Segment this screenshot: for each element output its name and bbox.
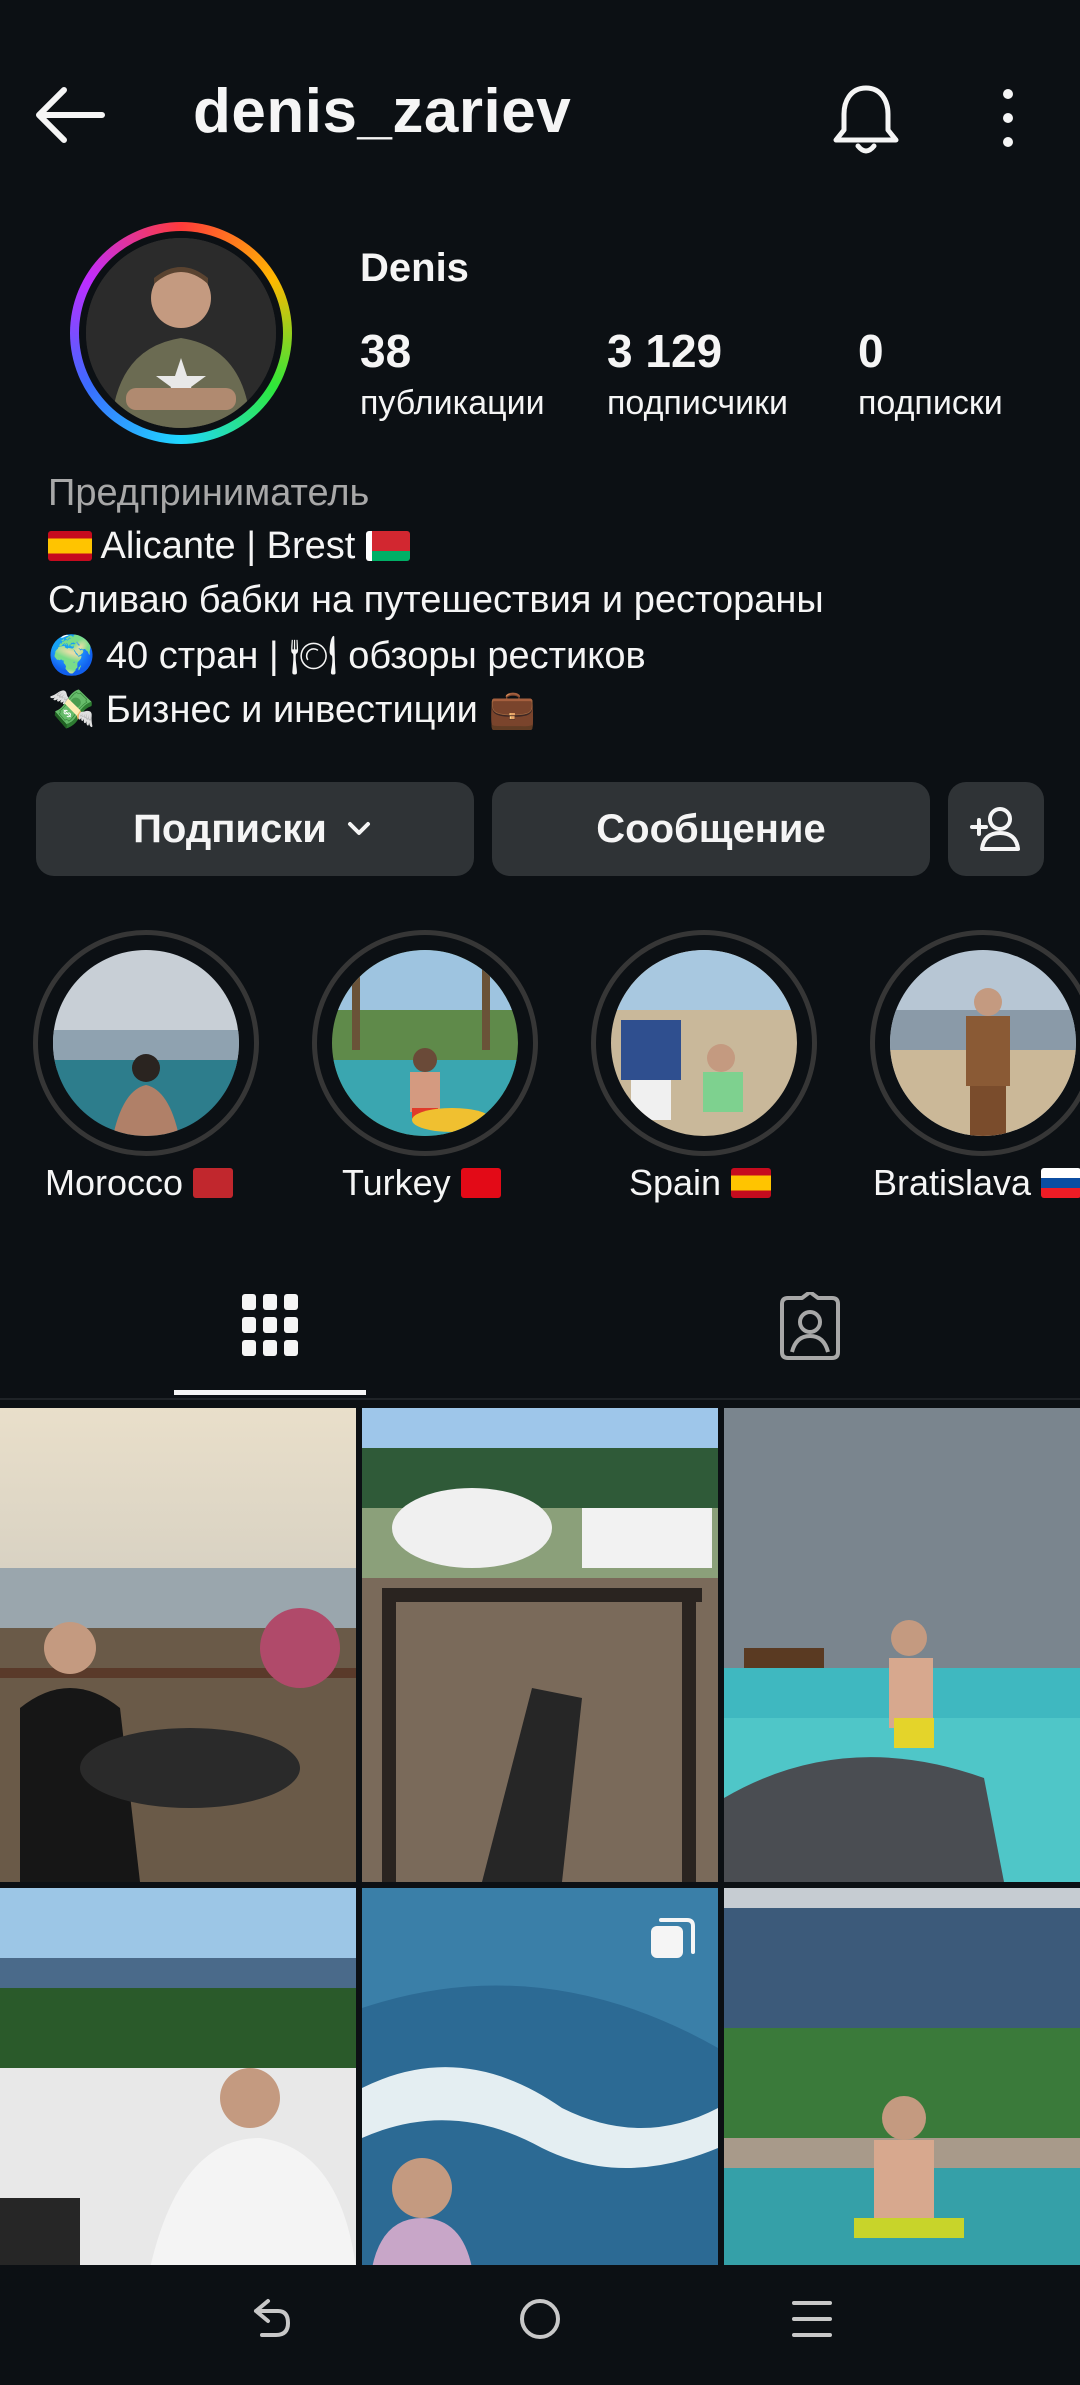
highlight-turkey-image (332, 950, 518, 1136)
post-thumbnail[interactable] (724, 1408, 1080, 1882)
system-back-icon[interactable] (246, 2295, 294, 2343)
chevron-down-icon (347, 822, 370, 835)
followers-label[interactable]: подписчики (607, 384, 788, 423)
profile-username: denis_zariev (193, 77, 572, 146)
bio-restaurants-text: обзоры рестиков (348, 635, 646, 677)
system-nav-bar (0, 2265, 1080, 2385)
highlight-spain-label[interactable]: Spain (629, 1162, 772, 1204)
plate-cutlery-icon: 🍽 (289, 633, 338, 677)
morocco-flag-icon (193, 1168, 234, 1198)
tab-divider (0, 1398, 1080, 1400)
following-label[interactable]: подписки (858, 384, 1003, 423)
bio-countries-text: 40 стран | (105, 635, 279, 677)
slovakia-flag-icon (1041, 1168, 1080, 1198)
add-person-icon (970, 807, 1020, 851)
highlight-bratislava-image (890, 950, 1076, 1136)
bell-icon[interactable] (826, 80, 906, 160)
profile-avatar[interactable] (70, 222, 292, 444)
bio-location-line: Alicante | Brest (48, 525, 410, 568)
bio-location-text: Alicante | Brest (100, 525, 356, 567)
back-arrow-icon[interactable] (30, 80, 110, 150)
belarus-flag-icon (365, 531, 410, 561)
post-thumbnail[interactable] (362, 1888, 718, 2268)
followers-count[interactable]: 3 129 (607, 324, 722, 378)
turkey-flag-icon (460, 1168, 501, 1198)
following-count[interactable]: 0 (858, 324, 884, 378)
globe-icon: 🌍 (48, 633, 96, 677)
bio-business-text: Бизнес и инвестиции (105, 689, 478, 731)
briefcase-icon: 💼 (488, 687, 536, 731)
highlight-turkey-label[interactable]: Turkey (342, 1162, 501, 1204)
message-button-label: Сообщение (596, 806, 826, 851)
tagged-photos-tab-icon[interactable] (776, 1292, 844, 1360)
posts-label[interactable]: публикации (360, 384, 545, 423)
system-recents-icon[interactable] (788, 2295, 836, 2343)
message-button[interactable]: Сообщение (492, 782, 930, 876)
more-options-icon[interactable] (990, 86, 1026, 150)
highlight-morocco-image (53, 950, 239, 1136)
post-thumbnail[interactable] (0, 1888, 356, 2268)
highlight-bratislava[interactable] (870, 930, 1080, 1156)
avatar-photo (86, 238, 276, 428)
posts-grid-tab-icon[interactable] (240, 1292, 300, 1358)
bio-category: Предприниматель (48, 472, 370, 514)
carousel-icon (651, 1918, 695, 1958)
post-thumbnail[interactable] (724, 1888, 1080, 2268)
highlight-spain[interactable] (591, 930, 817, 1156)
spain-flag-icon-highlight (731, 1168, 772, 1198)
highlight-bratislava-label[interactable]: Bratislava (873, 1162, 1080, 1204)
post-thumbnail[interactable] (0, 1408, 356, 1882)
system-home-icon[interactable] (516, 2295, 564, 2343)
top-bar: denis_zariev (0, 0, 1080, 230)
highlight-morocco-label[interactable]: Morocco (45, 1162, 234, 1204)
post-thumbnail[interactable] (362, 1408, 718, 1882)
posts-count[interactable]: 38 (360, 324, 411, 378)
active-tab-indicator (174, 1390, 366, 1395)
bio-line-2: Сливаю бабки на путешествия и рестораны (48, 579, 824, 621)
following-button-label: Подписки (133, 806, 327, 851)
spain-flag-icon (48, 531, 92, 561)
following-button[interactable]: Подписки (36, 782, 474, 876)
bio-countries-line: 🌍 40 стран | 🍽 обзоры рестиков (48, 633, 646, 678)
highlight-turkey[interactable] (312, 930, 538, 1156)
money-icon: 💸 (48, 687, 96, 731)
suggest-users-button[interactable] (948, 782, 1044, 876)
bio-business-line: 💸 Бизнес и инвестиции 💼 (48, 687, 536, 732)
profile-display-name: Denis (360, 246, 469, 290)
highlight-spain-image (611, 950, 797, 1136)
highlight-morocco[interactable] (33, 930, 259, 1156)
